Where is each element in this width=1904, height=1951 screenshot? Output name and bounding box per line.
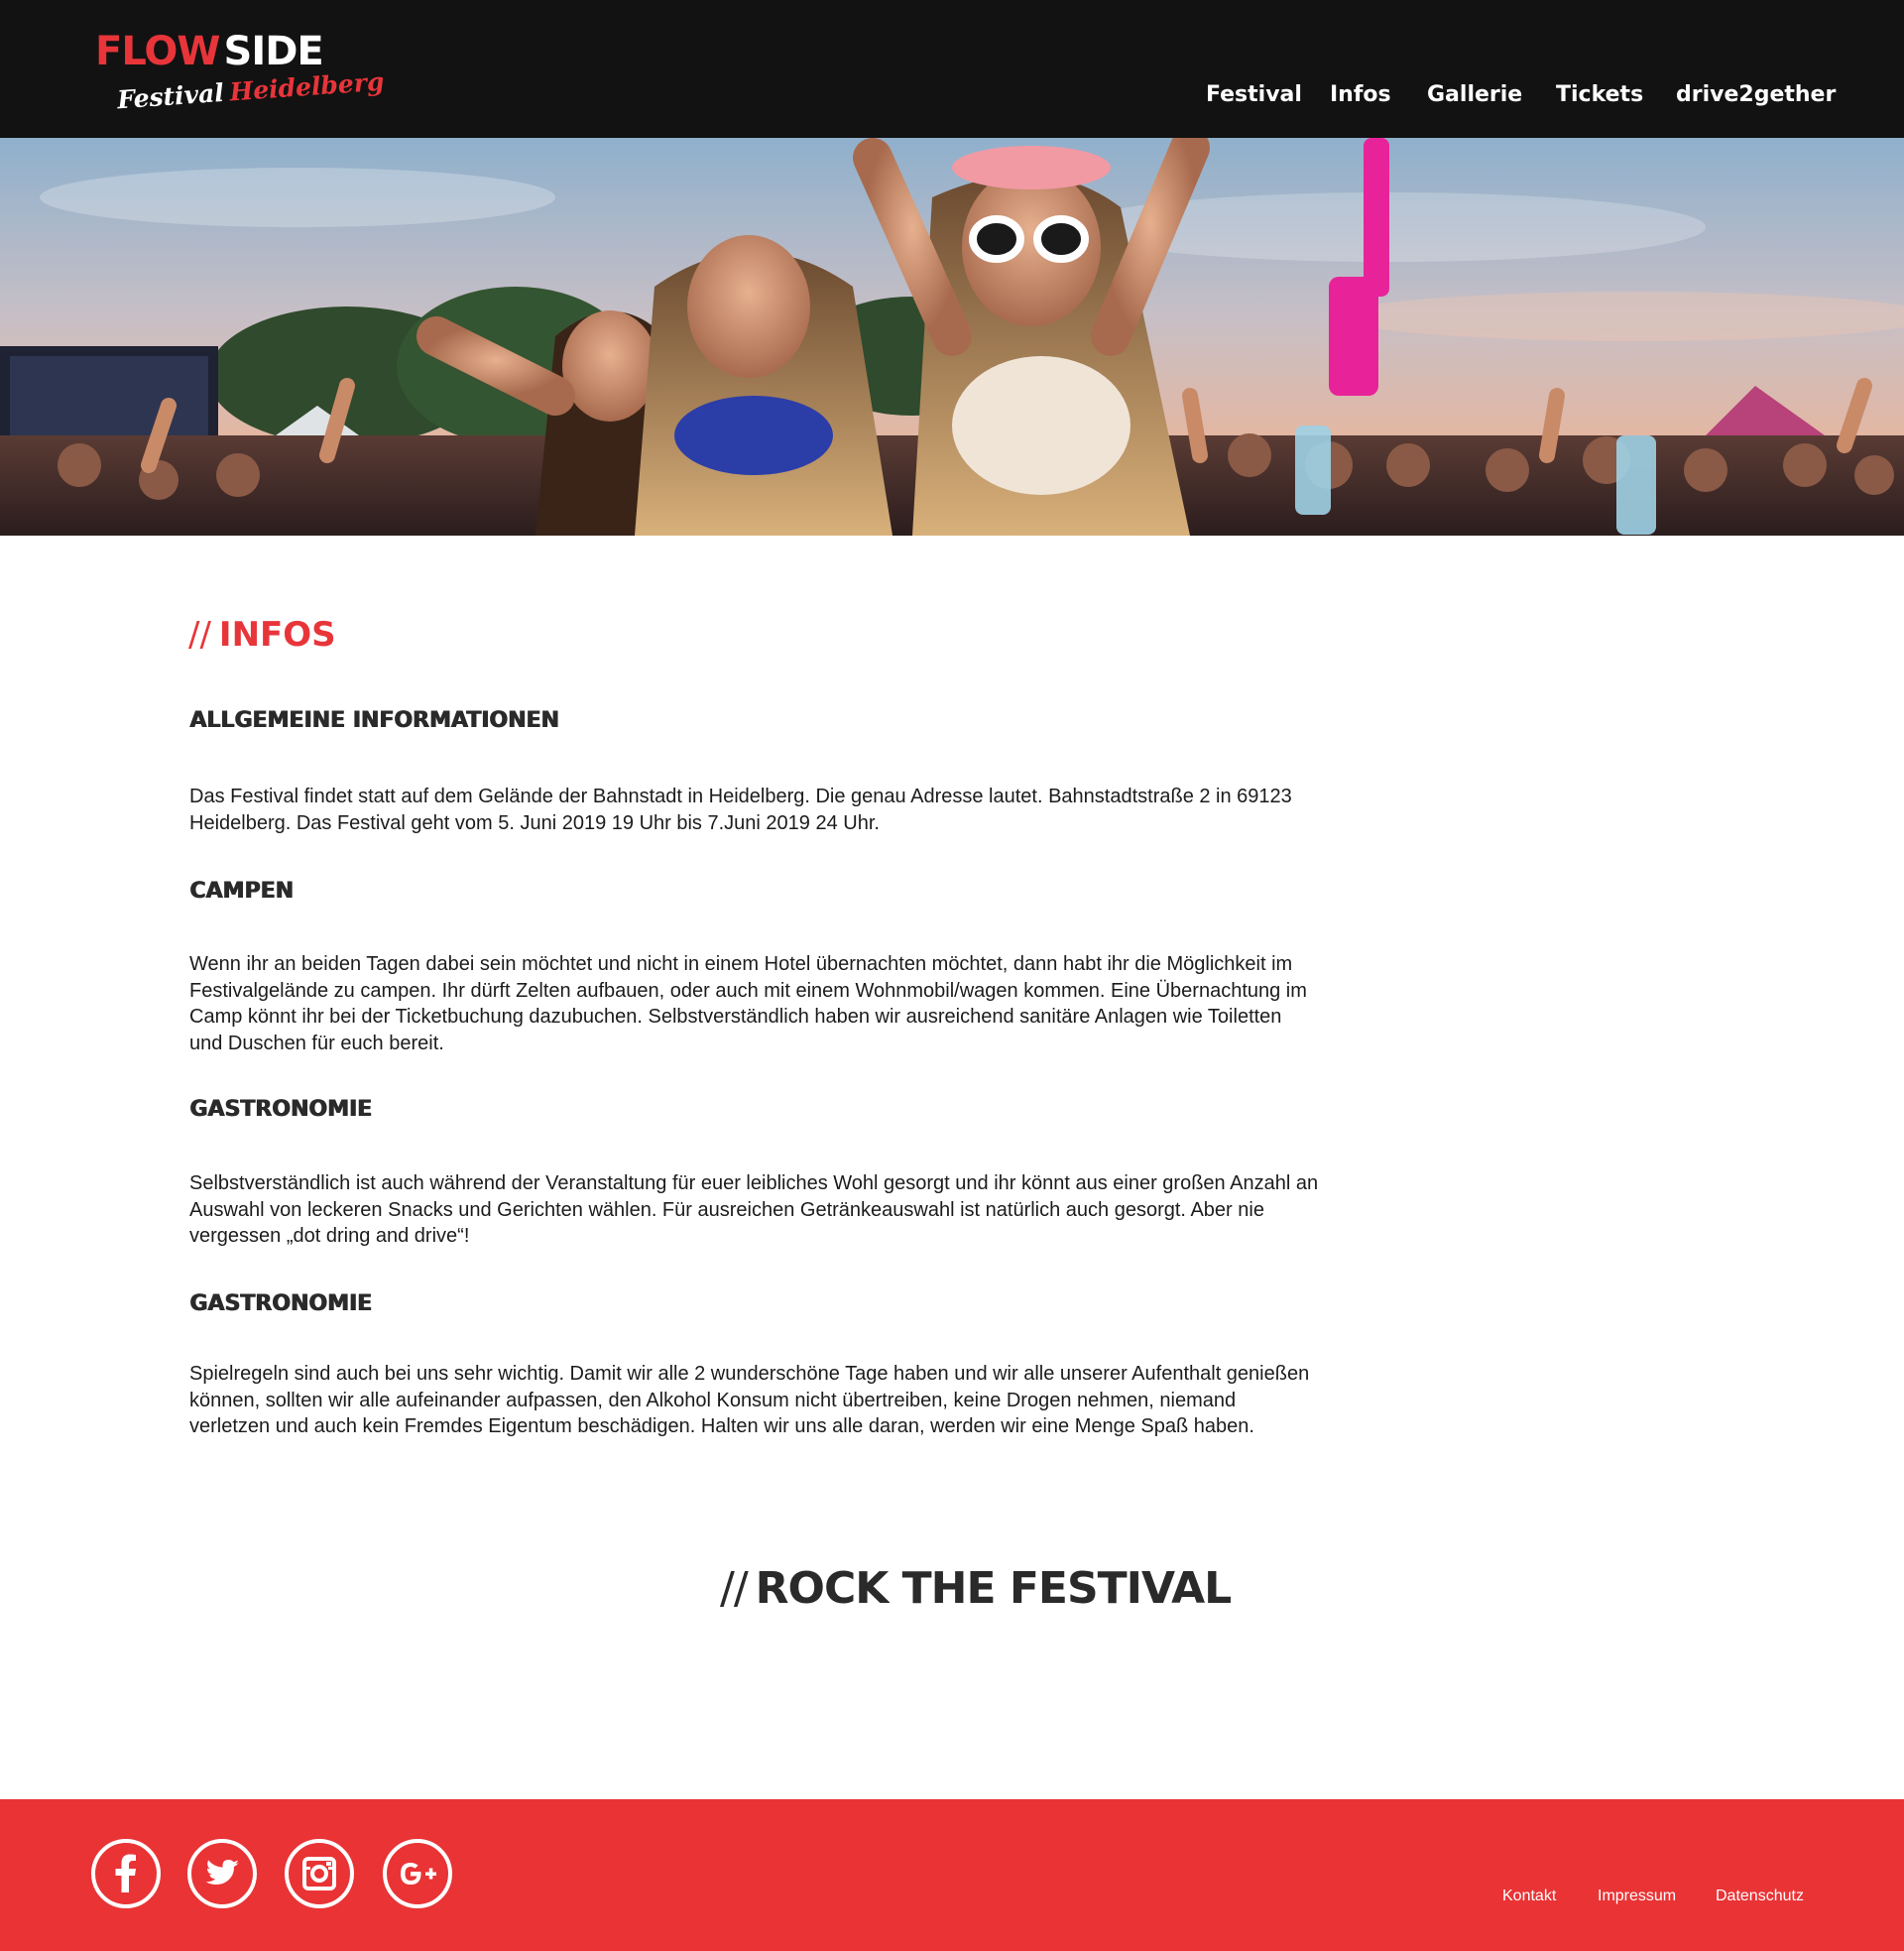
instagram-link[interactable] (285, 1839, 354, 1908)
site-header: FLOW SIDE Festival Heidelberg Festival Inf… (0, 0, 1904, 138)
section-heading-gastronomie: GASTRONOMIE (189, 1097, 372, 1122)
section-text-allgemeine: Das Festival findet statt auf dem Geländ… (189, 786, 1292, 834)
google-plus-icon (401, 1863, 436, 1885)
rock-title-text: ROCK THE FESTIVAL (755, 1563, 1233, 1614)
section-text-gastronomie: Selbstverständlich ist auch während der … (189, 1172, 1319, 1247)
page-title-prefix: // (188, 615, 211, 655)
festival-crowd-photo (0, 138, 1904, 536)
nav-item-gallerie[interactable]: Gallerie (1427, 79, 1522, 111)
section-text-campen: Wenn ihr an beiden Tagen dabei sein möch… (189, 953, 1307, 1054)
hero-image (0, 138, 1904, 536)
footer-link-kontakt[interactable]: Kontakt (1502, 1886, 1556, 1907)
nav-item-festival[interactable]: Festival (1206, 79, 1302, 111)
section-heading-spielregeln: GASTRONOMIE (189, 1291, 372, 1316)
footer-link-impressum[interactable]: Impressum (1598, 1886, 1676, 1907)
facebook-link[interactable] (91, 1839, 161, 1908)
site-footer: Kontakt Impressum Datenschutz (0, 1799, 1904, 1951)
instagram-icon (302, 1857, 336, 1890)
nav-item-drive2gether[interactable]: drive2gether (1676, 79, 1836, 111)
section-heading-campen: CAMPEN (189, 879, 294, 904)
twitter-link[interactable] (187, 1839, 257, 1908)
facebook-icon (115, 1854, 136, 1892)
logo-wordmark: FLOW SIDE (95, 28, 324, 75)
logo-word-flow: FLOW (95, 29, 221, 74)
section-text-spielregeln: Spielregeln sind auch bei uns sehr wicht… (189, 1363, 1310, 1437)
page-title: //INFOS (188, 615, 336, 655)
twitter-icon (205, 1860, 239, 1885)
page-title-text: INFOS (218, 615, 336, 655)
rock-title-prefix: // (720, 1563, 749, 1614)
section-heading-allgemeine: ALLGEMEINE INFORMATIONEN (189, 708, 559, 733)
main-nav: Festival Infos Gallerie Tickets drive2ge… (0, 79, 1904, 115)
rock-the-festival-heading: //ROCK THE FESTIVAL (720, 1563, 1233, 1614)
nav-item-tickets[interactable]: Tickets (1556, 79, 1643, 111)
footer-link-datenschutz[interactable]: Datenschutz (1716, 1886, 1804, 1907)
nav-item-infos[interactable]: Infos (1330, 79, 1391, 111)
google-plus-link[interactable] (383, 1839, 452, 1908)
logo-word-side: SIDE (223, 29, 324, 74)
